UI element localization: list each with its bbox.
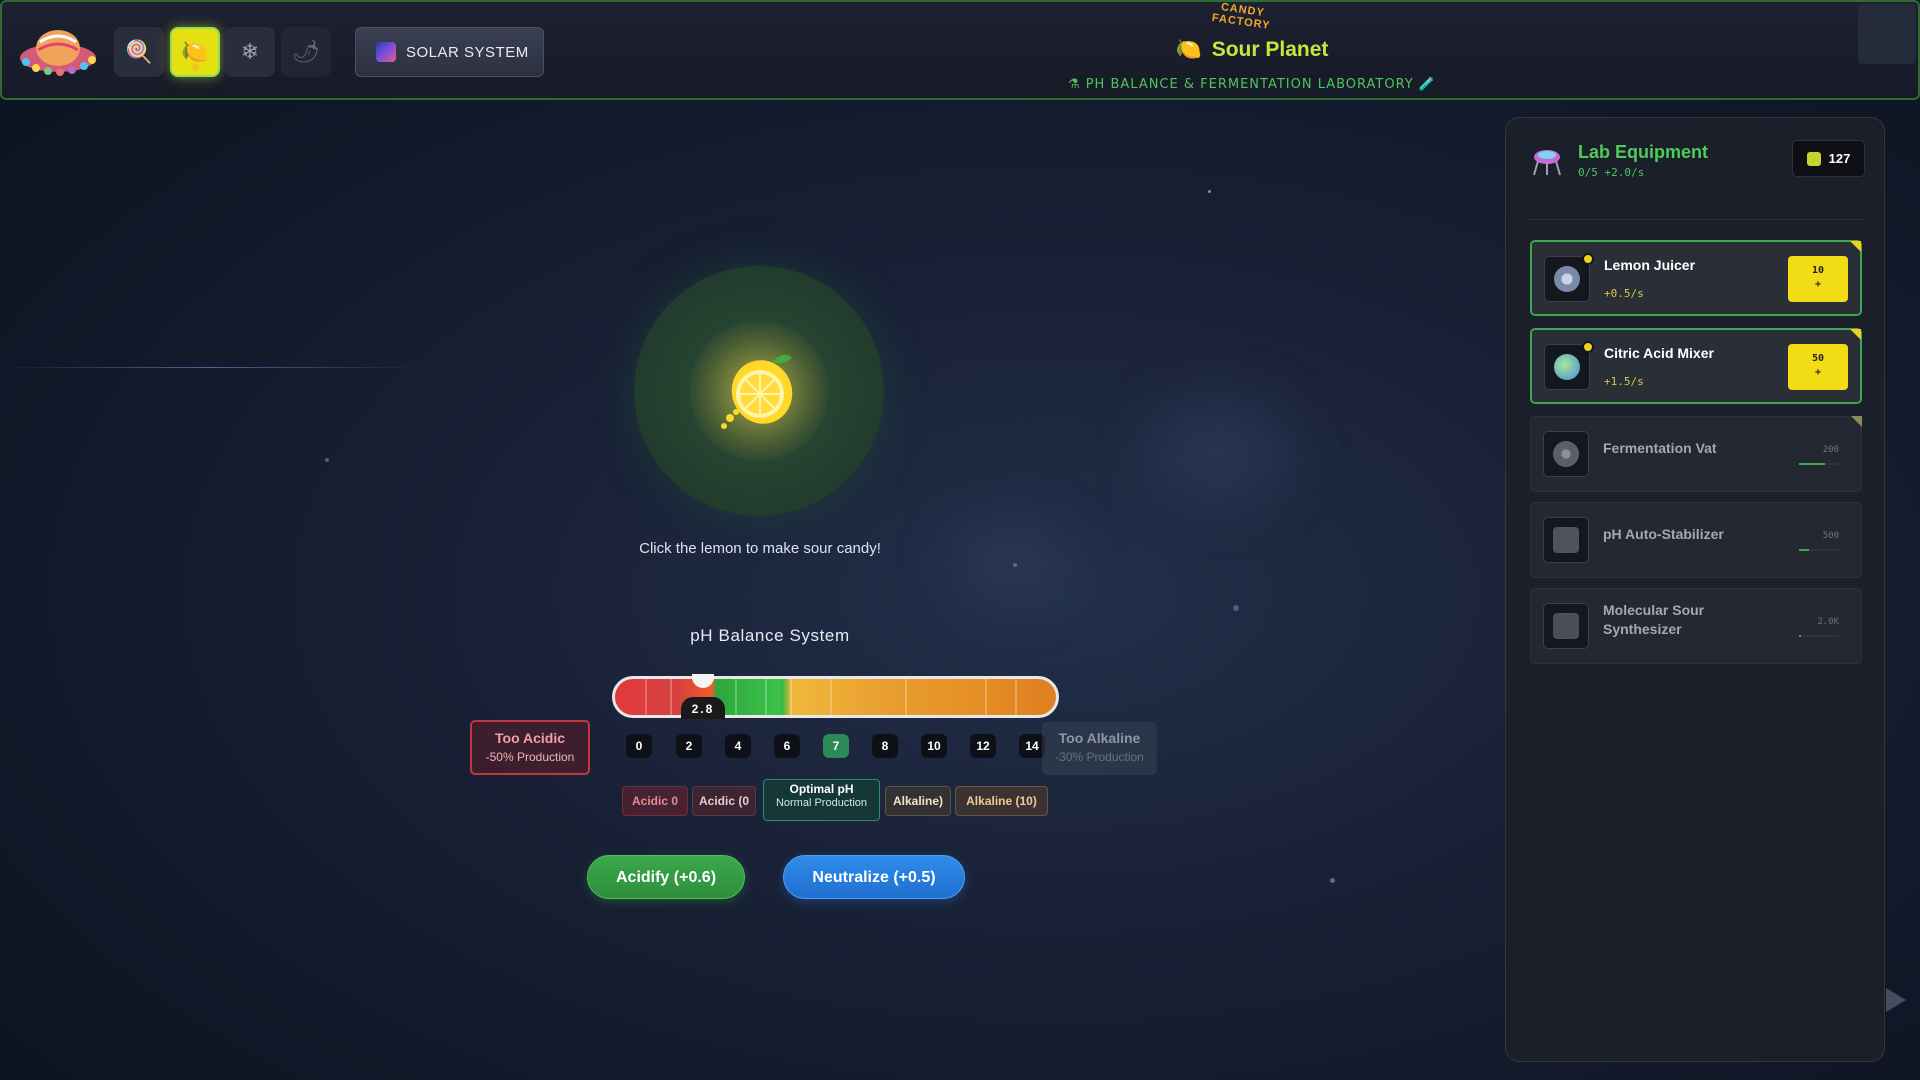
zone-acidic: Acidic 0 bbox=[622, 786, 688, 816]
flask-icon bbox=[1533, 150, 1561, 176]
top-bar: 🍭 🍋 ❄ 🌶 SOLAR SYSTEM CANDY FACTORY 🍋 Sou… bbox=[0, 0, 1920, 100]
equipment-cost: 200 bbox=[1822, 445, 1839, 455]
too-alkaline-title: Too Alkaline bbox=[1058, 730, 1141, 746]
unlock-progress bbox=[1799, 549, 1839, 551]
zone-optimal-sub: Normal Production bbox=[775, 797, 868, 809]
coin-count: 127 bbox=[1828, 151, 1851, 166]
equipment-molecular-sour-synthesizer[interactable]: Molecular Sour Synthesizer 2.0K bbox=[1530, 588, 1862, 664]
equipment-cost: 500 bbox=[1822, 531, 1839, 541]
locked-gear-icon bbox=[1543, 517, 1589, 563]
equipment-name: Citric Acid Mixer bbox=[1604, 345, 1714, 361]
zone-acidic-2: Acidic (0 bbox=[692, 786, 756, 816]
ph-tick-6: 6 bbox=[774, 734, 800, 758]
flask-icon: ⚗ bbox=[1067, 77, 1081, 92]
ph-tick-10: 10 bbox=[921, 734, 947, 758]
zone-optimal-label: Optimal pH bbox=[789, 782, 854, 796]
equipment-cost: 2.0K bbox=[1817, 617, 1839, 627]
zone-alkaline-2: Alkaline (10) bbox=[955, 786, 1048, 816]
bottle-icon bbox=[1858, 4, 1916, 64]
lab-subtitle-text: PH BALANCE & FERMENTATION LABORATORY bbox=[1085, 77, 1414, 92]
snowflake-icon: ❄ bbox=[240, 39, 260, 64]
ph-tick-4: 4 bbox=[725, 734, 751, 758]
ph-tick-8: 8 bbox=[872, 734, 898, 758]
too-acidic-warning: Too Acidic -50% Production bbox=[470, 720, 590, 775]
vortex-icon bbox=[1543, 431, 1589, 477]
equipment-lemon-juicer[interactable]: Lemon Juicer +0.5/s 10 + bbox=[1530, 240, 1862, 316]
buy-cost: 10 bbox=[1811, 265, 1825, 276]
corner-flag bbox=[1850, 241, 1861, 252]
equipment-name: Molecular Sour Synthesizer bbox=[1603, 602, 1705, 637]
panel-title: Lab Equipment bbox=[1578, 142, 1708, 162]
new-badge bbox=[1582, 253, 1594, 265]
lab-equipment-panel: Lab Equipment 0/5 +2.0/s 127 Lemon Juice… bbox=[1505, 117, 1885, 1062]
too-acidic-effect: -50% Production bbox=[485, 750, 575, 764]
buy-lemon-juicer-button[interactable]: 10 + bbox=[1788, 256, 1848, 302]
planet-button-sour[interactable]: 🍋 bbox=[170, 27, 220, 77]
zone-alkaline: Alkaline) bbox=[885, 786, 951, 816]
click-instruction: Click the lemon to make sour candy! bbox=[639, 540, 881, 557]
buy-cost: 50 bbox=[1811, 353, 1825, 364]
equipment-name: Fermentation Vat bbox=[1603, 440, 1717, 456]
buy-plus: + bbox=[1814, 367, 1822, 378]
lemon-icon: 🍋 bbox=[181, 39, 209, 64]
unlock-progress bbox=[1799, 635, 1839, 637]
ph-tick-12: 12 bbox=[970, 734, 996, 758]
candy-ufo-logo[interactable] bbox=[18, 20, 98, 80]
panel-toggle-arrow-icon[interactable] bbox=[1886, 988, 1906, 1012]
too-alkaline-warning: Too Alkaline -30% Production bbox=[1042, 722, 1157, 775]
new-badge bbox=[1582, 341, 1594, 353]
planet-button-ice[interactable]: ❄ bbox=[225, 27, 275, 77]
solar-system-button[interactable]: SOLAR SYSTEM bbox=[355, 27, 544, 77]
equipment-fermentation-vat[interactable]: Fermentation Vat 200 bbox=[1530, 416, 1862, 492]
solar-system-label: SOLAR SYSTEM bbox=[406, 43, 529, 61]
acidify-button[interactable]: Acidify (+0.6) bbox=[587, 855, 745, 899]
coin-counter: 127 bbox=[1792, 140, 1865, 177]
equipment-rate: +1.5/s bbox=[1604, 375, 1644, 388]
equipment-ph-auto-stabilizer[interactable]: pH Auto-Stabilizer 500 bbox=[1530, 502, 1862, 578]
corner-flag bbox=[1851, 416, 1862, 427]
unlock-progress bbox=[1799, 463, 1839, 465]
equipment-rate: +0.5/s bbox=[1604, 287, 1644, 300]
equipment-name: pH Auto-Stabilizer bbox=[1603, 526, 1724, 542]
ph-gauge bbox=[612, 676, 1059, 718]
equipment-name: Lemon Juicer bbox=[1604, 257, 1696, 273]
planet-header: CANDY FACTORY 🍋 Sour Planet ⚗ PH BALANCE… bbox=[1002, 1, 1502, 102]
chili-icon: 🌶 bbox=[292, 39, 320, 64]
too-acidic-title: Too Acidic bbox=[495, 730, 565, 746]
planet-button-candy[interactable]: 🍭 bbox=[114, 27, 164, 77]
lemon-clicker[interactable] bbox=[634, 266, 884, 516]
equipment-citric-acid-mixer[interactable]: Citric Acid Mixer +1.5/s 50 + bbox=[1530, 328, 1862, 404]
planet-title-text: Sour Planet bbox=[1211, 38, 1329, 61]
buy-citric-acid-mixer-button[interactable]: 50 + bbox=[1788, 344, 1848, 390]
zone-optimal: Optimal pH Normal Production bbox=[763, 779, 880, 821]
ph-system-title: pH Balance System bbox=[690, 626, 850, 645]
planet-button-spicy[interactable]: 🌶 bbox=[281, 27, 331, 77]
lemon-icon: 🍋 bbox=[1175, 38, 1202, 61]
factory-badge: CANDY FACTORY bbox=[1211, 1, 1272, 32]
corner-flag bbox=[1850, 329, 1861, 340]
lollipop-icon: 🍭 bbox=[125, 39, 153, 64]
panel-stats: 0/5 +2.0/s bbox=[1578, 166, 1645, 179]
candy-coin-icon bbox=[1806, 151, 1821, 166]
ph-tick-7: 7 bbox=[823, 734, 849, 758]
test-tube-icon: 🧪 bbox=[1418, 77, 1437, 92]
lab-subtitle: ⚗ PH BALANCE & FERMENTATION LABORATORY 🧪 bbox=[1002, 77, 1502, 92]
too-alkaline-effect: -30% Production bbox=[1055, 750, 1144, 764]
ph-value: 2.8 bbox=[681, 697, 725, 719]
ph-tick-2: 2 bbox=[676, 734, 702, 758]
neutralize-button[interactable]: Neutralize (+0.5) bbox=[783, 855, 965, 899]
lemon-icon bbox=[721, 354, 793, 429]
page-title: 🍋 Sour Planet bbox=[1002, 38, 1502, 62]
galaxy-icon bbox=[376, 42, 396, 62]
panel-header: Lab Equipment 0/5 +2.0/s 127 bbox=[1530, 140, 1865, 220]
locked-gear-icon bbox=[1543, 603, 1589, 649]
buy-plus: + bbox=[1814, 279, 1822, 290]
ph-tick-0: 0 bbox=[626, 734, 652, 758]
active-indicator bbox=[192, 64, 199, 71]
